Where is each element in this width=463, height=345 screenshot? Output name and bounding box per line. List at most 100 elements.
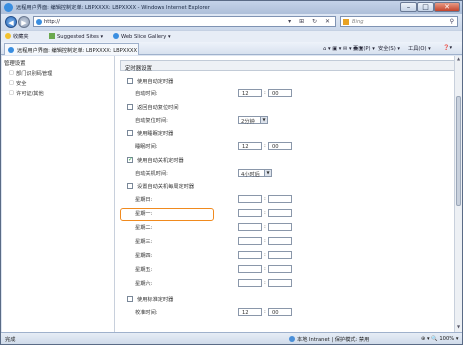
weekly-label: 设置自动关机每周定时器 (137, 184, 195, 190)
security-zone-label: 本地 Intranet | 保护模式: 禁用 (297, 337, 370, 343)
std-timer-label: 使用标准定时器 (137, 297, 174, 303)
sidebar-item-license[interactable]: 许可证/其他 (9, 90, 44, 97)
auto-off-select[interactable]: 4小时后 ▼ (238, 169, 272, 178)
std-timer-checkbox[interactable] (127, 296, 133, 302)
zoom-control[interactable]: ⊕ ▾ 🔍 100% ▾ (421, 336, 458, 342)
time-colon: : (264, 210, 266, 216)
day-label: 星期二: (135, 225, 153, 231)
day-minute-input[interactable] (268, 237, 292, 245)
auto-off-label: 使用自动关机定时器 (137, 158, 184, 164)
intranet-icon (289, 336, 295, 342)
suggested-sites-link[interactable]: Suggested Sites ▾ (49, 33, 103, 40)
day-label: 星期日: (135, 197, 153, 203)
favorites-label: 收藏夹 (13, 34, 29, 40)
sidebar-item-department[interactable]: 部门识别码管理 (9, 70, 52, 77)
help-menu[interactable]: ❓▾ (443, 45, 452, 51)
day-minute-input[interactable] (268, 195, 292, 203)
auto-clear-checkbox[interactable] (127, 78, 133, 84)
security-zone[interactable]: 本地 Intranet | 保护模式: 禁用 (289, 336, 369, 343)
time-colon: : (264, 238, 266, 244)
std-minute-input[interactable]: 00 (268, 308, 292, 316)
url-text: http:// (44, 19, 60, 25)
page-content: 管理设置 部门识别码管理 安全 许可证/其他 定时器设置 使用自动定时器 自动时… (2, 56, 462, 332)
chevron-down-icon: ▼ (264, 170, 271, 176)
sleep-hour-input[interactable]: 12 (238, 142, 262, 150)
maximize-button[interactable]: □ (417, 2, 434, 12)
page-menu[interactable]: 页面(P) ▾ (353, 45, 375, 52)
day-label: 星期四: (135, 253, 153, 259)
day-minute-input[interactable] (268, 209, 292, 217)
scroll-thumb[interactable] (456, 96, 461, 206)
sidebar-heading: 管理设置 (4, 61, 26, 67)
auto-clear-minute-input[interactable]: 00 (268, 89, 292, 97)
tab-favicon-icon (8, 47, 14, 53)
day-hour-input[interactable] (238, 237, 262, 245)
day-minute-input[interactable] (268, 223, 292, 231)
day-minute-input[interactable] (268, 265, 292, 273)
sidebar-item-security[interactable]: 安全 (9, 80, 27, 87)
day-minute-input[interactable] (268, 279, 292, 287)
auto-reset-checkbox[interactable] (127, 104, 133, 110)
scroll-up-icon[interactable]: ▲ (455, 56, 462, 64)
auto-reset-time-label: 自动复位时间: (135, 118, 168, 124)
auto-clear-time-label: 自动时间: (135, 91, 158, 97)
auto-off-time-label: 自动关机时间: (135, 171, 168, 177)
day-label: 星期五: (135, 267, 153, 273)
web-slice-gallery-link[interactable]: Web Slice Gallery ▾ (113, 33, 171, 40)
forward-icon[interactable]: ▶ (18, 16, 30, 28)
auto-clear-hour-input[interactable]: 12 (238, 89, 262, 97)
sidebar: 管理设置 部门识别码管理 安全 许可证/其他 (2, 56, 115, 332)
auto-off-checkbox[interactable] (127, 156, 133, 163)
sleep-minute-input[interactable]: 00 (268, 142, 292, 150)
auto-reset-label: 返回自动复位时间 (137, 105, 179, 111)
panel-title: 定时器设置 (120, 60, 455, 72)
day-hour-input[interactable] (238, 209, 262, 217)
close-button[interactable]: ✕ (434, 2, 460, 12)
window-title: 远程用户界面: 编辑控制定单: LBPXXXX: LBPXXXX - Windo… (16, 5, 210, 11)
chevron-down-icon: ▼ (260, 117, 267, 123)
address-bar: ◀ ▶ http:// ▾ ⊞ ↻ ✕ Bing ⚲ (1, 14, 462, 30)
status-bar: 完成 本地 Intranet | 保护模式: 禁用 ⊕ ▾ 🔍 100% ▾ (1, 332, 462, 344)
day-hour-input[interactable] (238, 251, 262, 259)
auto-reset-select[interactable]: 2分钟 ▼ (238, 116, 268, 125)
sleep-checkbox[interactable] (127, 130, 133, 136)
ie-logo-icon (4, 3, 13, 12)
sleep-time-label: 睡眠时间: (135, 144, 158, 150)
sleep-label: 使用睡眠定时器 (137, 131, 174, 137)
auto-reset-value: 2分钟 (241, 119, 255, 125)
day-label: 星期三: (135, 239, 153, 245)
tools-menu[interactable]: 工具(O) ▾ (408, 45, 431, 52)
auto-clear-label: 使用自动定时器 (137, 79, 174, 85)
web-slice-icon (113, 33, 119, 39)
day-hour-input[interactable] (238, 265, 262, 273)
scroll-down-icon[interactable]: ▼ (455, 324, 462, 332)
tab-current[interactable]: 远程用户界面: 编辑控制定单: LBPXXXX: LBPXXXX (4, 43, 139, 55)
time-colon: : (264, 280, 266, 286)
search-input[interactable]: Bing ⚲ (340, 16, 458, 27)
std-time-label: 校准时间: (135, 310, 158, 316)
day-minute-input[interactable] (268, 251, 292, 259)
bing-logo-icon (343, 19, 349, 25)
day-hour-input[interactable] (238, 195, 262, 203)
back-icon[interactable]: ◀ (5, 16, 17, 28)
auto-off-value: 4小时后 (241, 172, 260, 178)
day-hour-input[interactable] (238, 223, 262, 231)
time-colon: : (264, 196, 266, 202)
time-colon: : (264, 90, 266, 96)
star-icon (5, 33, 11, 39)
web-slice-gallery-label: Web Slice Gallery ▾ (121, 34, 171, 40)
browser-window: 远程用户界面: 编辑控制定单: LBPXXXX: LBPXXXX - Windo… (0, 0, 463, 345)
search-icon[interactable]: ⚲ (450, 18, 454, 25)
minimize-button[interactable]: – (400, 2, 417, 12)
page-favicon-icon (36, 19, 42, 25)
favorites-button[interactable]: 收藏夹 (5, 33, 29, 40)
std-hour-input[interactable]: 12 (238, 308, 262, 316)
vertical-scrollbar[interactable]: ▲ ▼ (454, 56, 462, 332)
refresh-stop-icon[interactable]: ▾ ⊞ ↻ ✕ (288, 18, 333, 25)
time-colon: : (264, 266, 266, 272)
safety-menu[interactable]: 安全(S) ▾ (378, 45, 400, 52)
weekly-checkbox[interactable] (127, 183, 133, 189)
url-input[interactable]: http:// ▾ ⊞ ↻ ✕ (33, 16, 336, 27)
time-colon: : (264, 252, 266, 258)
day-hour-input[interactable] (238, 279, 262, 287)
